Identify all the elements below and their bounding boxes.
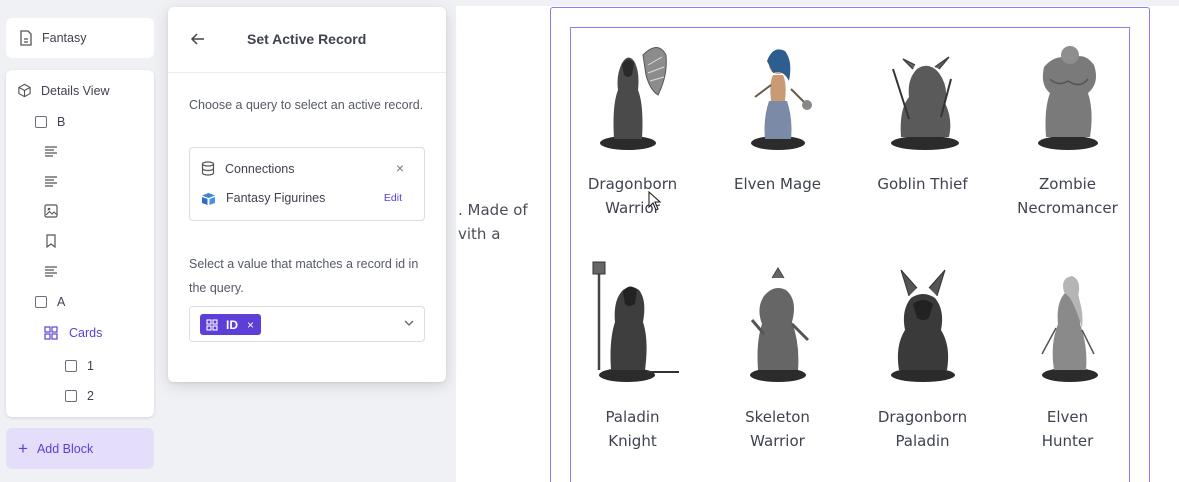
body-text: . Made of vith a (458, 198, 528, 246)
text-align-icon (45, 146, 57, 157)
figurine-image (890, 269, 955, 382)
query-selector[interactable]: Connections × Fantasy Figurines Edit (189, 147, 425, 221)
card-name: Elven Hunter (995, 405, 1140, 453)
bookmark-icon (46, 234, 56, 248)
add-block-button[interactable]: + Add Block (6, 428, 154, 469)
figurine-image (750, 49, 812, 150)
text-align-icon (45, 266, 57, 277)
card-name: Zombie Necromancer (995, 172, 1140, 220)
card-name-line2: Paladin (895, 432, 950, 450)
card-name-line2: Warrior (750, 432, 805, 450)
card-name-line1: Zombie (1039, 175, 1096, 193)
cube-icon (18, 83, 31, 98)
plus-icon: + (18, 439, 28, 458)
query-row[interactable]: Fantasy Figurines (201, 191, 325, 205)
figurine-image (1037, 46, 1098, 150)
card-name: Dragonborn Warrior (560, 172, 705, 220)
card-name-line1: Goblin Thief (877, 175, 968, 193)
connections-row[interactable]: Connections (201, 161, 295, 176)
tree-item-text-3[interactable] (44, 265, 58, 277)
image-icon (44, 204, 58, 218)
card-name-line2: Hunter (1041, 432, 1094, 450)
checkbox-icon[interactable] (65, 390, 77, 402)
card-name: Elven Mage (705, 172, 850, 196)
add-block-label: Add Block (36, 441, 94, 456)
grid-icon (206, 318, 218, 331)
file-icon (20, 30, 32, 46)
card-name: Goblin Thief (850, 172, 995, 196)
tree-item-bookmark[interactable] (45, 234, 57, 248)
selected-value-chip: ID × (200, 314, 262, 335)
panel-title: Set Active Record (247, 31, 367, 47)
close-icon[interactable]: × (396, 161, 404, 175)
record-id-select[interactable]: ID × (189, 306, 425, 342)
tree-item-image[interactable] (44, 204, 58, 218)
card-name-line1: Dragonborn (877, 408, 968, 426)
card-name-line1: Paladin (605, 408, 660, 426)
tree-item-details-view[interactable]: Details View (17, 83, 110, 98)
tree-item-text-2[interactable] (44, 175, 58, 187)
details-view-label: Details View (41, 83, 110, 98)
card-name: Skeleton Warrior (705, 405, 850, 453)
set-active-record-panel: Set Active Record Choose a query to sele… (168, 7, 446, 382)
panel-header: Set Active Record (168, 7, 446, 73)
checkbox-icon[interactable] (35, 116, 47, 128)
tree-item-label: B (57, 115, 66, 129)
value-instruction: Select a value that matches a record id … (189, 257, 419, 295)
card-name-line1: Elven (1046, 408, 1089, 426)
figurine-image (599, 47, 667, 150)
selected-value-label: ID (226, 317, 238, 332)
body-text-line1: . Made of (458, 201, 528, 219)
card-name: Dragonborn Paladin (850, 405, 995, 453)
back-arrow-icon[interactable] (190, 31, 206, 47)
block-tree: Details View B A Cards 1 2 (6, 70, 154, 417)
figurine-image (592, 261, 679, 382)
edit-query-link[interactable]: Edit (384, 192, 402, 204)
airtable-icon (202, 192, 215, 205)
card-name: Paladin Knight (560, 405, 705, 453)
tree-item-1[interactable]: 1 (65, 359, 94, 373)
page-label: Fantasy (42, 31, 87, 45)
tree-item-label: 2 (87, 389, 94, 403)
figurine-image (890, 56, 959, 150)
body-text-line2: vith a (458, 225, 501, 243)
figurine-image (749, 267, 809, 382)
card-name-line2: Knight (608, 432, 657, 450)
tree-item-2[interactable]: 2 (65, 389, 94, 403)
card-name-line2: Necromancer (1017, 199, 1118, 217)
connections-label: Connections (225, 161, 295, 176)
card-name-line1: Skeleton (745, 408, 810, 426)
chevron-down-icon[interactable] (404, 319, 414, 327)
tree-item-label: A (57, 295, 66, 309)
query-name: Fantasy Figurines (226, 191, 326, 205)
mouse-cursor-icon (648, 191, 662, 211)
checkbox-icon[interactable] (35, 296, 47, 308)
figurine-image (1040, 276, 1098, 382)
query-instruction: Choose a query to select an active recor… (189, 98, 424, 112)
remove-chip-icon[interactable]: × (247, 318, 254, 332)
tree-item-b[interactable]: B (35, 115, 65, 129)
database-icon (201, 161, 215, 176)
tree-item-label: 1 (87, 359, 94, 373)
card-name-line2: Warrior (605, 199, 660, 217)
cards-label: Cards (69, 326, 103, 340)
grid-icon (44, 326, 58, 340)
tree-item-text-1[interactable] (44, 145, 58, 157)
card-name-line1: Elven Mage (734, 175, 821, 193)
card-name-line1: Dragonborn (587, 175, 678, 193)
page-item-fantasy[interactable]: Fantasy (6, 18, 154, 58)
text-align-icon (45, 176, 57, 187)
checkbox-icon[interactable] (65, 360, 77, 372)
tree-item-cards[interactable]: Cards (44, 326, 102, 340)
tree-item-a[interactable]: A (35, 295, 65, 309)
